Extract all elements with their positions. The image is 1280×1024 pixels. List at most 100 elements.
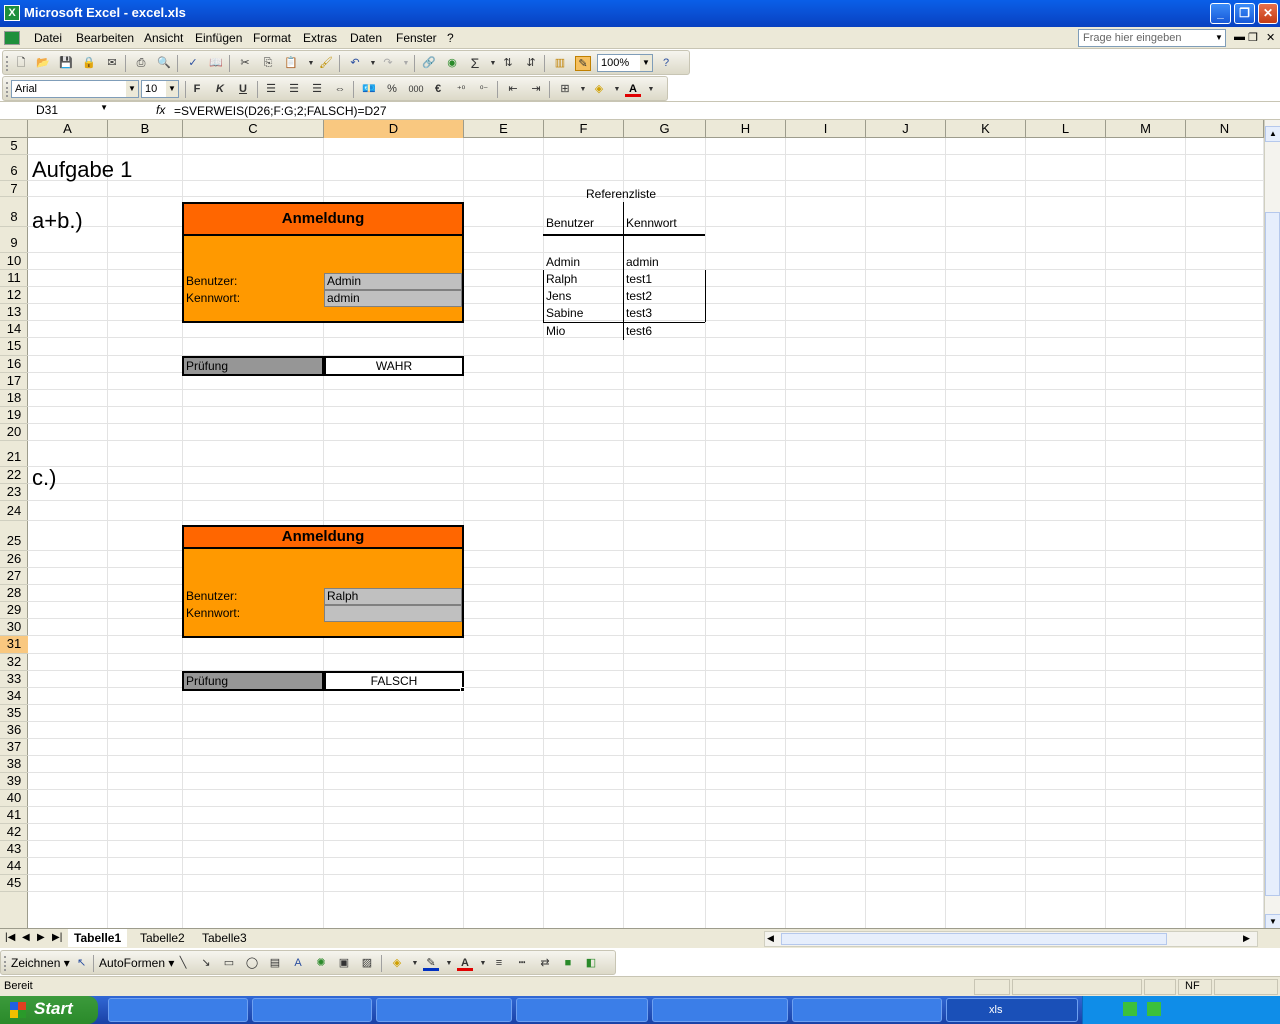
rectangle-icon[interactable]: ▭ <box>221 956 237 971</box>
taskbar-button[interactable] <box>108 998 248 1022</box>
menu-ansicht[interactable]: Ansicht <box>144 31 183 45</box>
undo-icon[interactable]: ↶ <box>347 56 363 71</box>
chevron-down-icon[interactable]: ▼ <box>1213 30 1225 46</box>
column-header-d[interactable]: D <box>324 120 464 138</box>
insert-function-button[interactable]: fx <box>156 103 165 117</box>
thousands-button[interactable]: 000 <box>405 82 427 97</box>
open-icon[interactable]: 📂 <box>35 56 51 71</box>
vertical-scroll-thumb[interactable] <box>1265 212 1280 896</box>
menu-help[interactable]: ? <box>447 31 454 45</box>
fill-dropdown-icon[interactable]: ▼ <box>609 82 625 97</box>
tab-tabelle3[interactable]: Tabelle3 <box>196 929 253 947</box>
email-icon[interactable]: ✉ <box>104 56 120 71</box>
hyperlink-icon[interactable]: 🔗 <box>421 56 437 71</box>
spelling-icon[interactable]: ✓ <box>185 56 201 71</box>
column-header-j[interactable]: J <box>866 120 946 138</box>
row-header[interactable]: 6 <box>0 155 28 181</box>
paste-icon[interactable]: 📋 <box>283 56 299 71</box>
doc-restore-button[interactable]: ❐ <box>1248 31 1258 44</box>
diagram-icon[interactable]: ✺ <box>313 956 329 971</box>
row-header[interactable]: 10 <box>0 253 28 270</box>
doc-minimize-button[interactable]: ▬ <box>1234 31 1245 43</box>
print-preview-icon[interactable]: 🔍 <box>156 56 172 71</box>
font-size-select[interactable]: 10 ▼ <box>141 80 179 98</box>
currency-icon[interactable]: 💶 <box>361 82 377 97</box>
column-header-k[interactable]: K <box>946 120 1026 138</box>
line-style-icon[interactable]: ≡ <box>491 956 507 971</box>
clipart-icon[interactable]: ▣ <box>336 956 352 971</box>
underline-button[interactable]: U <box>235 82 251 97</box>
row-header[interactable]: 14 <box>0 321 28 338</box>
row-header[interactable]: 19 <box>0 407 28 424</box>
oval-icon[interactable]: ◯ <box>244 956 260 971</box>
column-header-g[interactable]: G <box>624 120 706 138</box>
row-header[interactable]: 33 <box>0 671 28 688</box>
first-sheet-icon[interactable]: |◀ <box>5 932 15 943</box>
help-icon[interactable]: ? <box>658 56 674 71</box>
drawing-icon[interactable]: ✎ <box>575 56 591 71</box>
toolbar-grip[interactable] <box>6 56 9 71</box>
row-header[interactable]: 17 <box>0 373 28 390</box>
row-header[interactable]: 44 <box>0 858 28 875</box>
doc-close-button[interactable]: ✕ <box>1266 31 1275 44</box>
taskbar-button[interactable] <box>652 998 788 1022</box>
column-header-b[interactable]: B <box>108 120 183 138</box>
fill-color-icon[interactable]: ◈ <box>389 956 405 971</box>
chevron-down-icon[interactable]: ▼ <box>166 81 178 97</box>
line-icon[interactable]: ╲ <box>175 956 191 971</box>
vertical-scrollbar[interactable]: ▲ ▼ <box>1264 120 1280 930</box>
redo-icon[interactable]: ↷ <box>380 56 396 71</box>
taskbar-button[interactable] <box>376 998 512 1022</box>
sort-descending-icon[interactable]: ⇵ <box>523 56 539 71</box>
chevron-down-icon[interactable]: ▼ <box>100 103 108 112</box>
copy-icon[interactable]: ⎘ <box>260 56 276 71</box>
menu-bearbeiten[interactable]: Bearbeiten <box>76 31 134 45</box>
row-header[interactable]: 34 <box>0 688 28 705</box>
fill-color-icon[interactable]: ◈ <box>591 82 607 97</box>
horizontal-scrollbar[interactable]: ◀ ▶ <box>764 931 1258 947</box>
align-right-icon[interactable]: ☰ <box>309 82 325 97</box>
shadow-icon[interactable]: ■ <box>560 956 576 971</box>
font-color-icon[interactable]: A <box>457 956 473 971</box>
3d-icon[interactable]: ◧ <box>583 956 599 971</box>
row-header[interactable]: 39 <box>0 773 28 790</box>
scroll-right-icon[interactable]: ▶ <box>1243 933 1250 944</box>
menu-einfuegen[interactable]: Einfügen <box>195 31 242 45</box>
decrease-decimal-icon[interactable]: ⁰⁻ <box>476 82 492 97</box>
row-header[interactable]: 32 <box>0 654 28 671</box>
column-header-f[interactable]: F <box>544 120 624 138</box>
chevron-down-icon[interactable]: ▼ <box>126 81 138 97</box>
prev-sheet-icon[interactable]: ◀ <box>22 932 30 943</box>
taskbar-button-excel[interactable]: xls <box>946 998 1078 1022</box>
new-icon[interactable]: 🗋 <box>13 56 29 71</box>
tab-tabelle2[interactable]: Tabelle2 <box>134 929 191 947</box>
wordart-icon[interactable]: A <box>290 956 306 971</box>
line-color-dropdown-icon[interactable]: ▼ <box>441 956 457 971</box>
font-color-dropdown-icon[interactable]: ▼ <box>475 956 491 971</box>
column-header-m[interactable]: M <box>1106 120 1186 138</box>
line-color-icon[interactable]: ✎ <box>423 956 439 971</box>
autosum-dropdown-icon[interactable]: ▼ <box>485 56 501 71</box>
autosum-icon[interactable]: Σ <box>467 56 483 71</box>
cell-grid[interactable]: Aufgabe 1 a+b.) c.) Anmeldung Benutzer: … <box>28 138 1264 928</box>
menu-daten[interactable]: Daten <box>350 31 382 45</box>
bold-button[interactable]: F <box>189 82 205 97</box>
merge-center-icon[interactable]: ⇔ <box>332 82 348 97</box>
arrow-style-icon[interactable]: ⇄ <box>537 956 553 971</box>
start-button[interactable]: Start <box>0 996 98 1024</box>
permission-icon[interactable]: 🔒 <box>81 56 97 71</box>
research-icon[interactable]: 📖 <box>208 56 224 71</box>
scroll-left-icon[interactable]: ◀ <box>767 933 774 944</box>
minimize-button[interactable]: _ <box>1210 3 1231 24</box>
row-header[interactable]: 37 <box>0 739 28 756</box>
cut-icon[interactable]: ✂ <box>237 56 253 71</box>
toolbar-grip[interactable] <box>6 82 9 97</box>
row-header[interactable]: 21 <box>0 441 28 467</box>
toolbar-grip[interactable] <box>4 956 7 971</box>
excel-icon[interactable]: X <box>4 5 20 21</box>
row-header[interactable]: 11 <box>0 270 28 287</box>
row-header[interactable]: 43 <box>0 841 28 858</box>
row-header[interactable]: 20 <box>0 424 28 441</box>
last-sheet-icon[interactable]: ▶| <box>52 932 62 943</box>
column-header-l[interactable]: L <box>1026 120 1106 138</box>
